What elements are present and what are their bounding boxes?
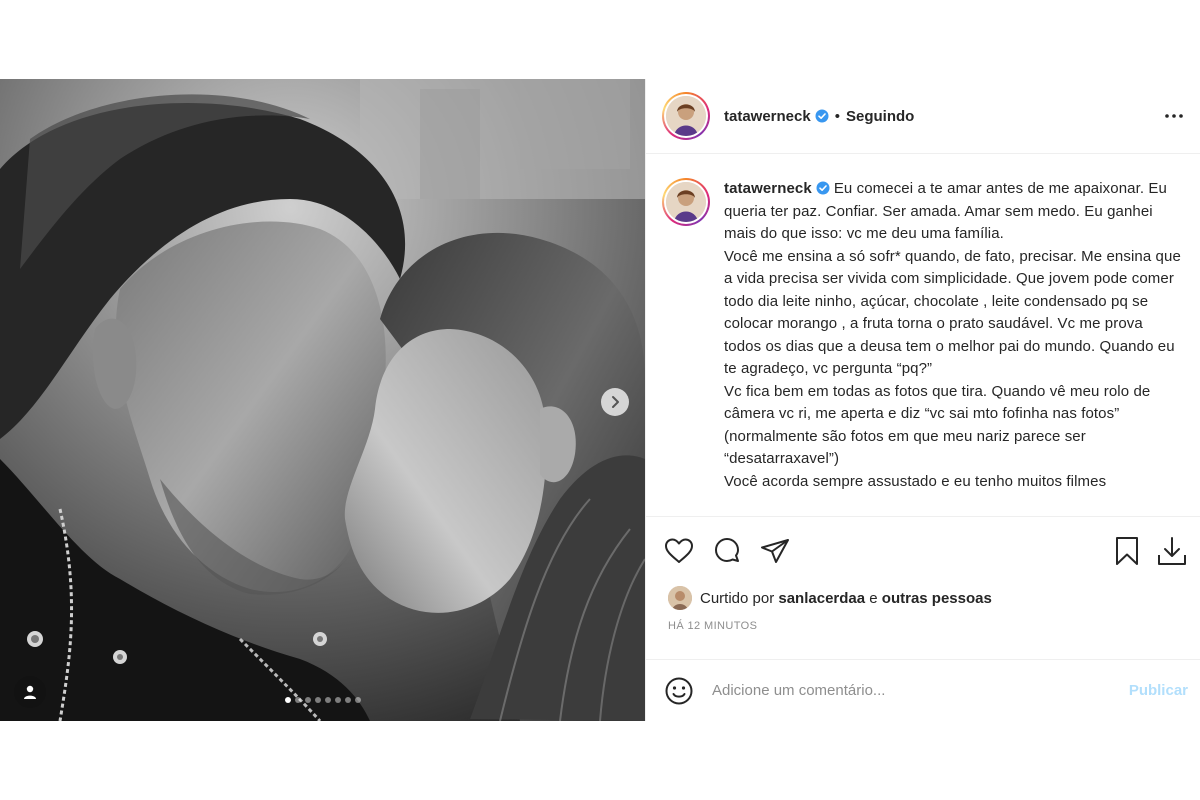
- post-panel: tatawerneck • Seguindo tatawerneck Eu co…: [645, 79, 1200, 721]
- carousel-next-button[interactable]: [601, 388, 629, 416]
- author-avatar[interactable]: [662, 92, 710, 140]
- more-icon: [1165, 114, 1183, 118]
- emoji-icon: [665, 677, 693, 704]
- carousel-dot: [284, 697, 291, 703]
- carousel-dot: [294, 697, 301, 703]
- save-button[interactable]: [1114, 536, 1140, 566]
- user-tag-button[interactable]: [14, 676, 46, 708]
- liker-username[interactable]: sanlacerdaa: [778, 590, 865, 607]
- more-options-button[interactable]: [1164, 113, 1184, 119]
- post-caption: tatawerneck Eu comecei a te amar antes de…: [724, 178, 1184, 516]
- avatar-image: [666, 96, 706, 136]
- post-photo: [0, 79, 645, 721]
- send-icon: [761, 538, 789, 563]
- carousel-dot: [304, 697, 311, 703]
- download-button[interactable]: [1156, 535, 1188, 567]
- avatar-image: [666, 182, 706, 222]
- post-timestamp[interactable]: HÁ 12 MINUTOS: [646, 612, 1200, 642]
- instagram-post: tatawerneck • Seguindo tatawerneck Eu co…: [0, 79, 1200, 721]
- carousel-indicator: [0, 697, 645, 703]
- action-bar: [646, 516, 1200, 584]
- carousel-dot: [334, 697, 341, 703]
- author-username[interactable]: tatawerneck: [724, 108, 811, 125]
- emoji-button[interactable]: [664, 676, 694, 706]
- post-header: tatawerneck • Seguindo: [646, 79, 1200, 154]
- liker-avatar[interactable]: [668, 586, 692, 610]
- comment-icon: [715, 537, 739, 562]
- like-button[interactable]: [664, 537, 694, 565]
- carousel-dot: [324, 697, 331, 703]
- following-button[interactable]: Seguindo: [846, 108, 914, 125]
- carousel-dot: [354, 697, 361, 703]
- likes-others-link[interactable]: outras pessoas: [882, 590, 992, 607]
- header-separator: •: [834, 107, 840, 125]
- caption-area: tatawerneck Eu comecei a te amar antes de…: [646, 154, 1200, 516]
- download-icon: [1158, 536, 1186, 565]
- bookmark-icon: [1116, 536, 1138, 565]
- caption-text: Eu comecei a te amar antes de me apaixon…: [724, 180, 1181, 490]
- share-button[interactable]: [760, 537, 790, 565]
- add-comment-bar: Publicar: [646, 659, 1200, 721]
- carousel-dot: [314, 697, 321, 703]
- verified-badge-icon: [816, 181, 830, 195]
- comment-input[interactable]: [712, 682, 1129, 699]
- likes-conjunction: e: [869, 589, 878, 607]
- likes-summary: Curtido por sanlacerdaa e outras pessoas: [646, 584, 1200, 612]
- comment-button[interactable]: [712, 536, 742, 566]
- caption-author-avatar[interactable]: [662, 178, 710, 226]
- chevron-right-icon: [612, 396, 619, 408]
- post-media[interactable]: [0, 79, 645, 721]
- likes-prefix: Curtido por: [700, 589, 775, 607]
- heart-icon: [665, 538, 693, 563]
- caption-username[interactable]: tatawerneck: [724, 180, 812, 197]
- verified-badge-icon: [815, 109, 829, 123]
- publish-button[interactable]: Publicar: [1129, 682, 1188, 699]
- carousel-dot: [344, 697, 351, 703]
